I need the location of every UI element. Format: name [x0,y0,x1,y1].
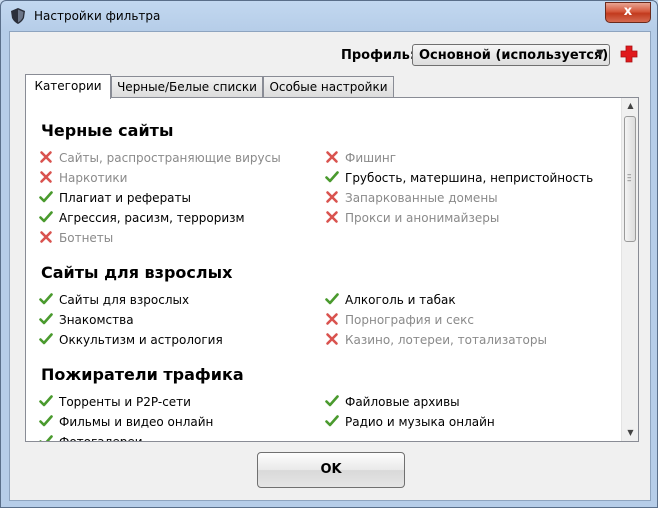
tab-label: Особые настройки [269,80,388,94]
category-label: Наркотики [59,171,128,185]
category-label: Оккультизм и астрология [59,333,223,347]
section-title: Сайты для взрослых [41,263,233,282]
category-item[interactable]: Радио и музыка онлайн [325,414,495,432]
category-item[interactable]: Знакомства [39,312,134,330]
tab-black-white-lists[interactable]: Черные/Белые списки [111,76,263,97]
categories-panel: Черные сайты Сайты, распространяющие вир… [25,97,639,442]
vertical-scrollbar[interactable]: ▲ – – – ▼ [621,98,638,441]
category-item[interactable]: Запаркованные домены [325,190,498,208]
check-icon [39,293,53,305]
cross-icon [326,333,338,345]
cross-icon [326,211,338,223]
scroll-down-icon[interactable]: ▼ [623,425,638,441]
category-item[interactable]: Фишинг [325,150,396,168]
titlebar: Настройки фильтра x [1,1,657,31]
profile-label: Профиль: [341,48,416,63]
ok-button[interactable]: OK [257,452,405,488]
category-item[interactable]: Алкоголь и табак [325,292,456,310]
category-item[interactable]: Оккультизм и астрология [39,332,223,350]
chevron-down-icon: ▼ [596,48,604,59]
check-icon [325,293,339,305]
tab-label: Категории [34,79,102,93]
tab-special-settings[interactable]: Особые настройки [263,76,394,97]
category-label: Грубость, матершина, непристойность [345,171,594,185]
category-item[interactable]: Прокси и анонимайзеры [325,210,499,228]
check-icon [39,333,53,345]
category-item[interactable]: Ботнеты [39,230,113,248]
add-profile-icon[interactable] [620,45,638,63]
window-title: Настройки фильтра [34,9,161,23]
category-label: Сайты для взрослых [59,293,190,307]
category-label: Алкоголь и табак [345,293,456,307]
profile-selected-value: Основной (используется) [419,48,609,63]
client-area: Профиль: Основной (используется) ▼ Катег… [9,31,651,501]
tab-label: Черные/Белые списки [117,80,257,94]
category-item[interactable]: Плагиат и рефераты [39,190,191,208]
check-icon [39,395,53,407]
category-label: Ботнеты [59,231,114,245]
category-label: Фильмы и видео онлайн [59,415,214,429]
check-icon [39,415,53,427]
cross-icon [326,191,338,203]
category-item[interactable]: Казино, лотереи, тотализаторы [325,332,547,350]
category-label: Запаркованные домены [345,191,498,205]
category-item[interactable]: Фильмы и видео онлайн [39,414,213,432]
scroll-up-icon[interactable]: ▲ [623,98,638,114]
close-button[interactable]: x [605,2,651,23]
category-item[interactable]: Порнография и секс [325,312,474,330]
cross-icon [40,231,52,243]
category-item[interactable]: Фотогалереи [39,434,143,441]
cross-icon [326,151,338,163]
category-item[interactable]: Файловые архивы [325,394,460,412]
category-label: Казино, лотереи, тотализаторы [345,333,547,347]
cross-icon [326,313,338,325]
filter-settings-window: Настройки фильтра x Профиль: Основной (и… [0,0,658,508]
check-icon [325,395,339,407]
cross-icon [40,171,52,183]
cross-icon [40,151,52,163]
category-item[interactable]: Грубость, матершина, непристойность [325,170,593,188]
check-icon [39,313,53,325]
check-icon [39,211,53,223]
category-label: Сайты, распространяющие вирусы [59,151,281,165]
check-icon [39,191,53,203]
category-label: Прокси и анонимайзеры [345,211,500,225]
shield-icon [11,8,25,24]
category-label: Плагиат и рефераты [59,191,191,205]
check-icon [325,171,339,183]
grip-icon: – – – [627,170,632,186]
close-icon: x [623,4,633,19]
category-label: Агрессия, расизм, терроризм [59,211,245,225]
category-label: Радио и музыка онлайн [345,415,495,429]
check-icon [39,435,53,441]
check-icon [325,415,339,427]
category-label: Торренты и P2P-сети [59,395,191,409]
category-item[interactable]: Торренты и P2P-сети [39,394,191,412]
category-label: Фотогалереи [59,435,143,441]
category-label: Фишинг [345,151,397,165]
scrollbar-thumb[interactable]: – – – [624,116,636,242]
profile-dropdown[interactable]: Основной (используется) ▼ [412,44,610,66]
category-label: Порнография и секс [345,313,474,327]
category-label: Файловые архивы [345,395,460,409]
category-item[interactable]: Наркотики [39,170,127,188]
category-item[interactable]: Агрессия, расизм, терроризм [39,210,245,228]
category-item[interactable]: Сайты, распространяющие вирусы [39,150,281,168]
categories-list: Черные сайты Сайты, распространяющие вир… [26,98,621,441]
section-title: Пожиратели трафика [41,365,244,384]
category-label: Знакомства [59,313,134,327]
section-title: Черные сайты [41,121,174,140]
category-item[interactable]: Сайты для взрослых [39,292,189,310]
tab-categories[interactable]: Категории [25,74,111,99]
